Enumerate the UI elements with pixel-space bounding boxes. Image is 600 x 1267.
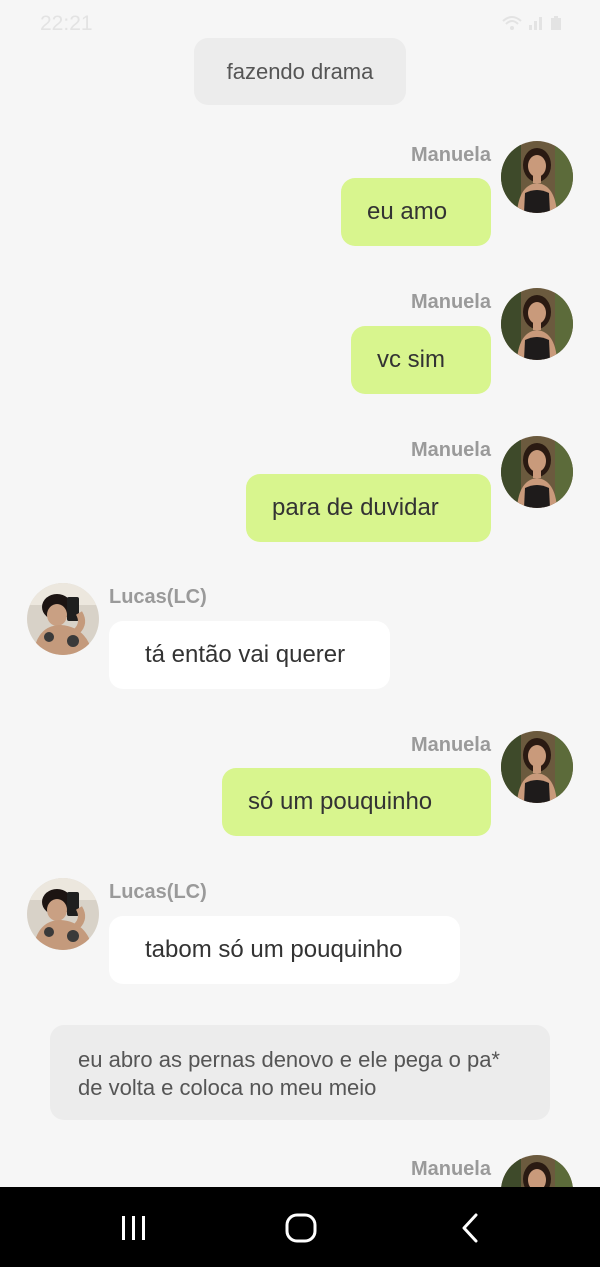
- message-text: tabom só um pouquinho: [145, 936, 403, 963]
- chat-area[interactable]: fazendo drama Manuela eu amo Manuela vc …: [0, 0, 600, 1187]
- narration-bubble: fazendo drama: [194, 38, 406, 105]
- sender-name: Manuela: [410, 734, 491, 756]
- sender-name: Lucas(LC): [109, 586, 207, 608]
- message-text: só um pouquinho: [248, 788, 433, 815]
- narration-text: eu abro as pernas denovo e ele pega o pa…: [78, 1047, 500, 1100]
- back-icon[interactable]: [450, 1211, 490, 1245]
- sender-name: Manuela: [410, 1158, 491, 1180]
- outgoing-message[interactable]: vc sim: [351, 326, 491, 394]
- outgoing-message[interactable]: só um pouquinho: [222, 768, 491, 836]
- avatar-manuela[interactable]: [501, 436, 573, 508]
- message-text: para de duvidar: [272, 494, 439, 521]
- avatar-manuela[interactable]: [501, 288, 573, 360]
- sender-name: Manuela: [410, 439, 491, 461]
- message-text: vc sim: [377, 346, 445, 373]
- avatar-lucas[interactable]: [27, 878, 99, 950]
- sender-name: Manuela: [410, 144, 491, 166]
- avatar-manuela[interactable]: [501, 1155, 573, 1187]
- sender-name: Lucas(LC): [109, 881, 207, 903]
- message-text: tá então vai querer: [145, 641, 346, 668]
- sender-name: Manuela: [410, 291, 491, 313]
- incoming-message[interactable]: tabom só um pouquinho: [109, 916, 460, 984]
- narration-bubble: eu abro as pernas denovo e ele pega o pa…: [50, 1025, 550, 1120]
- message-text: eu amo: [367, 198, 448, 225]
- narration-text: fazendo drama: [226, 58, 374, 84]
- avatar-manuela[interactable]: [501, 731, 573, 803]
- outgoing-message[interactable]: para de duvidar: [246, 474, 491, 542]
- incoming-message[interactable]: tá então vai querer: [109, 621, 390, 689]
- navigation-bar: [0, 1187, 600, 1267]
- avatar-manuela[interactable]: [501, 141, 573, 213]
- outgoing-message[interactable]: eu amo: [341, 178, 491, 246]
- recent-apps-icon[interactable]: [114, 1211, 154, 1245]
- home-icon[interactable]: [281, 1211, 321, 1245]
- avatar-lucas[interactable]: [27, 583, 99, 655]
